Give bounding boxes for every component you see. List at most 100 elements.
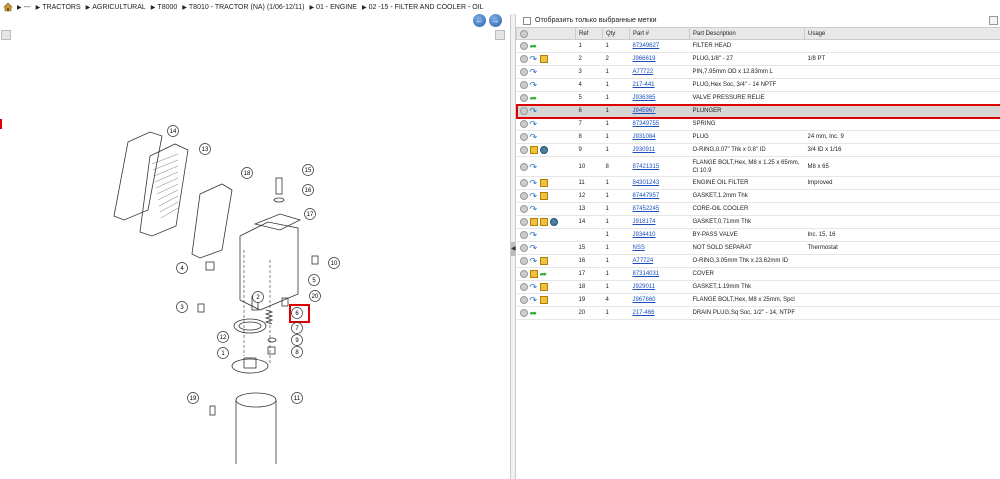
kit-box-icon[interactable] bbox=[539, 283, 548, 291]
table-row[interactable]: ↷ 16 1 A77724 O-RING,3.05mm Thk x 23.62mm ID bbox=[516, 254, 1000, 268]
table-row[interactable]: ↷ 11 1 84301243 ENGINE OIL FILTER Improved bbox=[516, 176, 1000, 190]
cell-part-link-text[interactable]: A77722 bbox=[633, 69, 654, 75]
add-to-cart-icon[interactable] bbox=[519, 120, 528, 128]
callout-18[interactable]: 18 bbox=[241, 167, 253, 179]
add-to-cart-icon[interactable] bbox=[519, 133, 528, 141]
callout-15[interactable]: 15 bbox=[302, 164, 314, 176]
blue-arrow-icon[interactable]: ↷ bbox=[530, 257, 538, 266]
green-arrow-icon[interactable]: ➦ bbox=[540, 270, 548, 279]
kit-box-icon[interactable] bbox=[539, 296, 548, 304]
service-gear-icon[interactable] bbox=[539, 146, 548, 154]
breadcrumb-item[interactable]: ▶ --- bbox=[17, 4, 31, 11]
cell-part-link-text[interactable]: 87452245 bbox=[633, 206, 660, 212]
callout-12[interactable]: 12 bbox=[217, 331, 229, 343]
cell-part-link-text[interactable]: A77724 bbox=[633, 258, 654, 264]
add-to-cart-icon[interactable] bbox=[519, 257, 528, 265]
kit-box-icon[interactable] bbox=[539, 179, 548, 187]
table-row[interactable]: ➦ 17 1 87314031 COVER bbox=[516, 267, 1000, 281]
blue-arrow-icon[interactable]: ↷ bbox=[530, 68, 538, 77]
cell-part-link-text[interactable]: J929011 bbox=[633, 284, 656, 290]
cell-part-link[interactable]: 217-441 bbox=[629, 78, 690, 92]
add-to-cart-icon[interactable] bbox=[519, 205, 528, 213]
add-to-cart-icon[interactable] bbox=[519, 309, 528, 317]
blue-arrow-icon[interactable]: ↷ bbox=[530, 179, 538, 188]
callout-6[interactable]: 6 bbox=[291, 307, 303, 319]
callout-8[interactable]: 8 bbox=[291, 346, 303, 358]
cell-part-link[interactable]: J929011 bbox=[629, 280, 690, 294]
cell-part-link-text[interactable]: NSS bbox=[633, 245, 645, 251]
add-to-cart-icon[interactable] bbox=[519, 270, 528, 278]
cell-part-link-text[interactable]: J930911 bbox=[633, 147, 656, 153]
cell-part-link-text[interactable]: 87349755 bbox=[633, 121, 660, 127]
add-to-cart-icon[interactable] bbox=[519, 107, 528, 115]
breadcrumb-item[interactable]: ▶ AGRICULTURAL bbox=[86, 4, 146, 11]
cell-part-link[interactable]: J930911 bbox=[629, 143, 690, 157]
options-icon[interactable] bbox=[989, 16, 998, 25]
kit-box-icon[interactable] bbox=[539, 218, 548, 226]
blue-arrow-icon[interactable]: ↷ bbox=[530, 120, 538, 129]
cell-part-link-text[interactable]: 217-441 bbox=[633, 82, 655, 88]
add-to-cart-icon[interactable] bbox=[519, 218, 528, 226]
blue-arrow-icon[interactable]: ↷ bbox=[530, 55, 538, 64]
table-row[interactable]: ↷ 3 1 A77722 PIN,7.95mm OD x 12.83mm L bbox=[516, 65, 1000, 79]
table-row[interactable]: ↷ 2 2 J966619 PLUG,1/8" - 27 1/8 PT bbox=[516, 52, 1000, 66]
blue-arrow-icon[interactable]: ↷ bbox=[530, 162, 538, 171]
callout-4[interactable]: 4 bbox=[176, 262, 188, 274]
cell-part-link-text[interactable]: J934410 bbox=[633, 232, 656, 238]
callout-14[interactable]: 14 bbox=[167, 125, 179, 137]
add-to-cart-icon[interactable] bbox=[519, 179, 528, 187]
table-row[interactable]: ↷ 13 1 87452245 CORE-OIL COOLER bbox=[516, 202, 1000, 216]
add-to-cart-icon[interactable] bbox=[519, 162, 528, 171]
add-to-cart-icon[interactable] bbox=[519, 231, 528, 239]
cell-part-link[interactable]: 87452245 bbox=[629, 202, 690, 216]
splitter-handle-icon[interactable]: ◀ bbox=[511, 242, 516, 256]
breadcrumb-item[interactable]: ▶ TRACTORS bbox=[36, 4, 81, 11]
blue-arrow-icon[interactable]: ↷ bbox=[530, 231, 538, 240]
kit-box-icon[interactable] bbox=[529, 218, 538, 226]
expand-all-icon[interactable] bbox=[520, 29, 528, 38]
header-qty[interactable]: Qty bbox=[602, 27, 630, 40]
cell-part-link[interactable]: J966619 bbox=[629, 52, 690, 66]
cell-part-link[interactable]: A77722 bbox=[629, 65, 690, 79]
breadcrumb-item[interactable]: ▶ 01 - ENGINE bbox=[309, 4, 356, 11]
add-to-cart-icon[interactable] bbox=[519, 81, 528, 89]
table-row[interactable]: ↷ 12 1 87447957 GASKET,1.2mm Thk bbox=[516, 189, 1000, 203]
cell-part-link[interactable]: J945967 bbox=[629, 104, 690, 118]
cell-part-link-text[interactable]: 87421315 bbox=[633, 164, 660, 170]
blue-arrow-icon[interactable]: ↷ bbox=[530, 107, 538, 116]
cell-part-link[interactable]: 87349755 bbox=[629, 117, 690, 131]
cell-part-link[interactable]: 87349627 bbox=[629, 39, 690, 53]
breadcrumb-item[interactable]: ▶ 02 -15 - FILTER AND COOLER - OIL bbox=[362, 4, 484, 11]
header-ref[interactable]: Ref bbox=[575, 27, 603, 40]
header-part[interactable]: Part # bbox=[629, 27, 690, 40]
green-arrow-icon[interactable]: ➦ bbox=[530, 94, 538, 103]
callout-13[interactable]: 13 bbox=[199, 143, 211, 155]
callout-2[interactable]: 2 bbox=[252, 291, 264, 303]
table-row[interactable]: ➦ 20 1 217-466 DRAIN PLUG,Sq Soc, 1/2" - 14,… bbox=[516, 306, 1000, 320]
add-to-cart-icon[interactable] bbox=[519, 296, 528, 304]
blue-arrow-icon[interactable]: ↷ bbox=[530, 81, 538, 90]
callout-1[interactable]: 1 bbox=[217, 347, 229, 359]
cell-part-link-text[interactable]: J936365 bbox=[633, 95, 656, 101]
add-to-cart-icon[interactable] bbox=[519, 146, 528, 154]
add-to-cart-icon[interactable] bbox=[519, 94, 528, 102]
callout-16[interactable]: 16 bbox=[302, 184, 314, 196]
header-usage[interactable]: Usage bbox=[804, 27, 1000, 40]
cell-part-link-text[interactable]: 84301243 bbox=[633, 180, 660, 186]
breadcrumb-item[interactable]: ▶ T8000 bbox=[151, 4, 177, 11]
cell-part-link-text[interactable]: 87447957 bbox=[633, 193, 660, 199]
table-row[interactable]: ➦ 5 1 J936365 VALVE PRESSURE RELIE bbox=[516, 91, 1000, 105]
cell-part-link[interactable]: J918174 bbox=[629, 215, 690, 229]
cell-part-link[interactable]: 217-466 bbox=[629, 306, 690, 320]
cell-part-link-text[interactable]: 87349627 bbox=[633, 43, 660, 49]
cell-part-link-text[interactable]: J931084 bbox=[633, 134, 656, 140]
blue-arrow-icon[interactable]: ↷ bbox=[530, 205, 538, 214]
cell-part-link[interactable]: 84301243 bbox=[629, 176, 690, 190]
add-to-cart-icon[interactable] bbox=[519, 55, 528, 63]
cell-part-link[interactable]: NSS bbox=[629, 241, 690, 255]
table-row[interactable]: ↷ 7 1 87349755 SPRING bbox=[516, 117, 1000, 131]
green-arrow-icon[interactable]: ➦ bbox=[530, 309, 538, 318]
cell-part-link-text[interactable]: J945967 bbox=[633, 108, 656, 114]
blue-arrow-icon[interactable]: ↷ bbox=[530, 283, 538, 292]
cell-part-link[interactable]: 87314031 bbox=[629, 267, 690, 281]
